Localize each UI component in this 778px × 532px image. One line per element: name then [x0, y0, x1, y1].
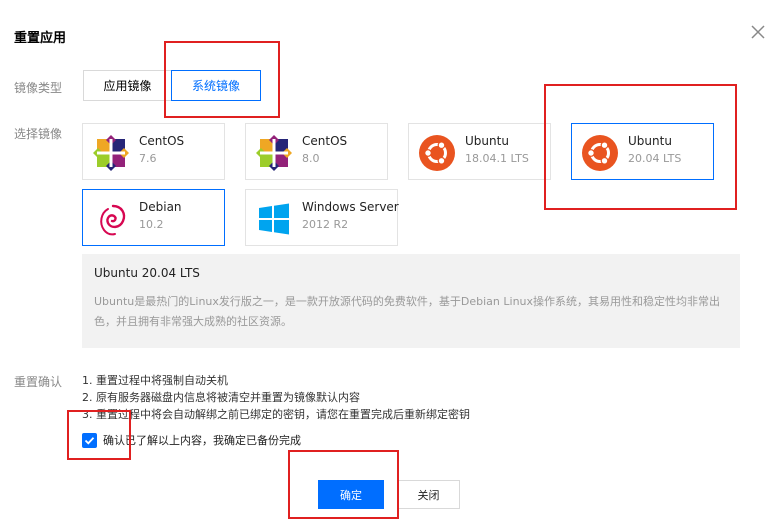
image-version: 10.2 — [139, 218, 164, 231]
image-card-windows-server-2012[interactable]: Windows Server 2012 R2 — [245, 189, 399, 246]
tab-system-image[interactable]: 系统镜像 — [171, 70, 261, 101]
ok-button[interactable]: 确定 — [318, 480, 384, 509]
reset-note: 2. 原有服务器磁盘内信息将被清空并重置为镜像默认内容 — [82, 391, 360, 404]
image-version: 2012 R2 — [302, 218, 349, 231]
close-button[interactable]: 关闭 — [397, 480, 460, 509]
confirm-checkbox-label: 确认已了解以上内容，我确定已备份完成 — [103, 434, 301, 447]
image-card-debian-10-2[interactable]: Debian 10.2 — [82, 189, 225, 246]
image-name: Ubuntu — [628, 134, 672, 148]
image-card-centos-7-6[interactable]: CentOS 7.6 — [82, 123, 225, 180]
reset-app-dialog: 重置应用 镜像类型 应用镜像 系统镜像 选择镜像 CentOS 7.6 Cent… — [0, 0, 778, 532]
confirm-check-row: 确认已了解以上内容，我确定已备份完成 — [82, 432, 301, 448]
centos-icon — [256, 135, 292, 171]
image-card-ubuntu-20-04[interactable]: Ubuntu 20.04 LTS — [571, 123, 714, 180]
image-version: 18.04.1 LTS — [465, 152, 529, 165]
reset-notes: 1. 重置过程中将强制自动关机 2. 原有服务器磁盘内信息将被清空并重置为镜像默… — [82, 372, 470, 423]
ubuntu-icon — [419, 135, 455, 171]
description-title: Ubuntu 20.04 LTS — [94, 266, 200, 280]
tab-app-image[interactable]: 应用镜像 — [83, 70, 172, 101]
image-name: Ubuntu — [465, 134, 509, 148]
close-icon[interactable] — [749, 23, 767, 41]
reset-confirm-label: 重置确认 — [14, 375, 63, 389]
image-card-centos-8-0[interactable]: CentOS 8.0 — [245, 123, 388, 180]
image-version: 20.04 LTS — [628, 152, 682, 165]
image-name: CentOS — [139, 134, 185, 148]
description-text: Ubuntu是最热门的Linux发行版之一，是一款开放源代码的免费软件，基于De… — [94, 295, 721, 328]
windows-icon — [256, 201, 292, 237]
image-version: 7.6 — [139, 152, 157, 165]
confirm-checkbox[interactable] — [82, 432, 97, 448]
dialog-title: 重置应用 — [14, 31, 67, 46]
image-name: Windows Server — [302, 200, 399, 214]
reset-note: 3. 重置过程中将会自动解绑之前已绑定的密钥，请您在重置完成后重新绑定密钥 — [82, 408, 470, 421]
image-version: 8.0 — [302, 152, 320, 165]
image-select-label: 选择镜像 — [14, 127, 63, 141]
image-type-label: 镜像类型 — [14, 81, 63, 95]
image-name: CentOS — [302, 134, 348, 148]
debian-icon — [93, 201, 129, 237]
image-name: Debian — [139, 200, 182, 214]
centos-icon — [93, 135, 129, 171]
ubuntu-icon — [582, 135, 618, 171]
image-description-panel: Ubuntu 20.04 LTS Ubuntu是最热门的Linux发行版之一，是… — [82, 254, 740, 348]
image-card-ubuntu-18-04[interactable]: Ubuntu 18.04.1 LTS — [408, 123, 551, 180]
reset-note: 1. 重置过程中将强制自动关机 — [82, 374, 228, 387]
